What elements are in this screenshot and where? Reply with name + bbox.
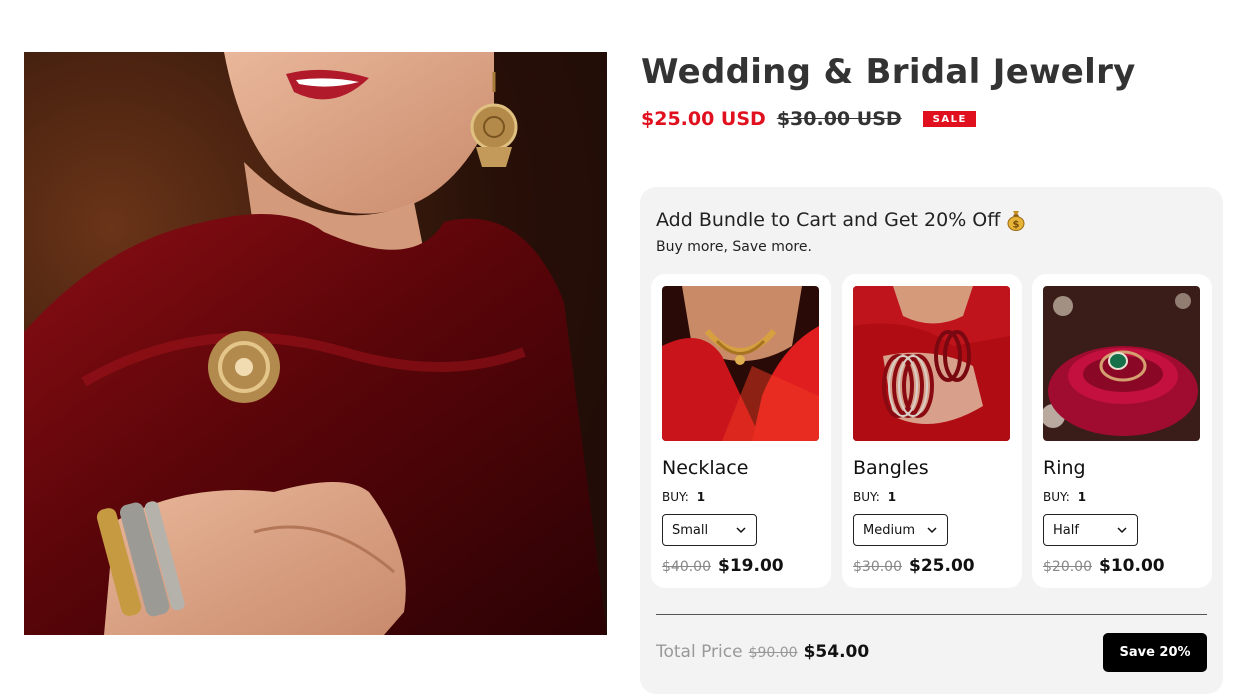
bundle-item-prices: $40.00 $19.00 <box>662 556 784 576</box>
necklace-image[interactable] <box>662 286 819 441</box>
bundle-item-card-bangles[interactable]: Bangles BUY: 1 Medium $30.00 $25.00 <box>842 274 1022 588</box>
bundle-subtitle: Buy more, Save more. <box>656 239 812 255</box>
buy-label: BUY: <box>662 490 689 504</box>
bundle-item-quantity: BUY: 1 <box>1043 490 1086 504</box>
total-bundle-price: $54.00 <box>803 642 870 662</box>
bundle-item-quantity: BUY: 1 <box>662 490 705 504</box>
bundle-title-row: Add Bundle to Cart and Get 20% Off $ <box>656 209 1026 231</box>
product-title: Wedding & Bridal Jewelry <box>641 52 1136 92</box>
variant-value: Medium <box>863 522 915 538</box>
variant-select[interactable]: Medium <box>853 514 948 546</box>
bundle-price: $10.00 <box>1099 556 1165 576</box>
svg-text:$: $ <box>1013 220 1020 231</box>
variant-value: Half <box>1053 522 1079 538</box>
bundle-price: $19.00 <box>718 556 784 576</box>
quantity-value: 1 <box>696 490 706 504</box>
chevron-down-icon <box>736 527 746 534</box>
total-original-price: $90.00 <box>748 645 798 661</box>
sale-price: $25.00 USD <box>641 108 766 130</box>
add-bundle-button[interactable]: Save 20% <box>1103 633 1207 672</box>
variant-value: Small <box>672 522 709 538</box>
buy-label: BUY: <box>1043 490 1070 504</box>
bundle-offer-panel: Add Bundle to Cart and Get 20% Off $ Buy… <box>640 187 1223 694</box>
original-price: $20.00 <box>1043 559 1092 575</box>
bundle-item-name: Bangles <box>853 457 929 479</box>
bundle-item-quantity: BUY: 1 <box>853 490 896 504</box>
chevron-down-icon <box>1117 527 1127 534</box>
product-photo-illustration <box>24 52 607 635</box>
original-price: $30.00 <box>853 559 902 575</box>
ring-image[interactable] <box>1043 286 1200 441</box>
product-main-image[interactable] <box>24 52 607 635</box>
price-row: $25.00 USD $30.00 USD SALE <box>641 105 976 133</box>
bangles-image[interactable] <box>853 286 1010 441</box>
bundle-item-name: Necklace <box>662 457 749 479</box>
variant-select[interactable]: Half <box>1043 514 1138 546</box>
bundle-item-card-necklace[interactable]: Necklace BUY: 1 Small $40.00 $19.00 <box>651 274 831 588</box>
quantity-value: 1 <box>1077 490 1087 504</box>
variant-select[interactable]: Small <box>662 514 757 546</box>
bundle-item-prices: $30.00 $25.00 <box>853 556 975 576</box>
bundle-item-prices: $20.00 $10.00 <box>1043 556 1165 576</box>
bundle-total: Total Price $90.00 $54.00 <box>656 642 869 662</box>
chevron-down-icon <box>927 527 937 534</box>
bundle-item-card-ring[interactable]: Ring BUY: 1 Half $20.00 $10.00 <box>1032 274 1212 588</box>
sale-badge: SALE <box>922 111 976 127</box>
money-bag-icon: $ <box>1006 209 1026 231</box>
bundle-price: $25.00 <box>909 556 975 576</box>
compare-at-price: $30.00 USD <box>776 108 902 130</box>
quantity-value: 1 <box>887 490 897 504</box>
original-price: $40.00 <box>662 559 711 575</box>
bundle-title: Add Bundle to Cart and Get 20% Off <box>656 209 1001 231</box>
bundle-item-name: Ring <box>1043 457 1086 479</box>
buy-label: BUY: <box>853 490 880 504</box>
bundle-divider <box>656 614 1207 615</box>
total-price-label: Total Price <box>656 642 743 662</box>
